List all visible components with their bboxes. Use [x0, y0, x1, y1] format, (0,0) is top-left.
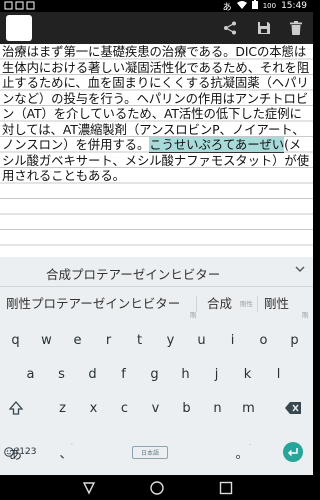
key-b[interactable]: b	[171, 395, 202, 421]
period-hint: .	[249, 439, 252, 447]
notification-icons	[4, 1, 38, 12]
key-k[interactable]: k	[232, 361, 263, 387]
status-bar: あ 100 15:49	[0, 0, 313, 13]
key-u[interactable]: u	[186, 327, 217, 353]
candidate-3[interactable]: 剛性	[264, 293, 289, 312]
editor-content[interactable]: 治療はまず第一に基礎疾患の治療である。DICの本態は生体内における著しい凝固活性…	[2, 44, 311, 184]
key-row-4: ?123 、 , 日本語 。 .	[0, 439, 313, 465]
shift-icon	[9, 401, 23, 415]
key-m[interactable]: m	[233, 395, 264, 421]
battery-icon	[251, 0, 258, 12]
key-g[interactable]: g	[139, 361, 170, 387]
key-x[interactable]: x	[78, 395, 109, 421]
space-key[interactable]: 日本語	[85, 439, 215, 465]
save-icon[interactable]	[254, 18, 274, 38]
backspace-icon	[285, 402, 301, 414]
key-t[interactable]: t	[124, 327, 155, 353]
soft-keyboard: 合成プロテアーゼインヒビター 剛性プロテアーゼインヒビター 剛 合成 剛性 剛性…	[0, 257, 313, 475]
wifi-icon	[236, 0, 247, 12]
clock: 15:49	[281, 1, 307, 11]
candidate-divider	[257, 296, 258, 312]
key-row-3: z x c v b n m	[0, 395, 313, 421]
key-z[interactable]: z	[47, 395, 78, 421]
composing-text: こうせいぷろてあーぜい	[149, 137, 285, 153]
key-q[interactable]: q	[0, 327, 31, 353]
key-d[interactable]: d	[77, 361, 108, 387]
screen: あ 100 15:49 治療はまず第一に基礎疾患の治療である。DICの本態は生体…	[0, 0, 313, 500]
enter-key[interactable]	[280, 439, 306, 465]
text-editor[interactable]: 治療はまず第一に基礎疾患の治療である。DICの本態は生体内における著しい凝固活性…	[0, 44, 313, 257]
key-e[interactable]: e	[62, 327, 93, 353]
editor-text-before: 治療はまず第一に基礎疾患の治療である。DICの本態は生体内における著しい凝固活性…	[2, 44, 310, 152]
key-i[interactable]: i	[217, 327, 248, 353]
candidate-2[interactable]: 合成	[207, 293, 232, 312]
enter-icon	[283, 442, 303, 462]
share-icon[interactable]	[220, 18, 240, 38]
key-w[interactable]: w	[31, 327, 62, 353]
space-label: 日本語	[131, 445, 168, 459]
candidate-divider	[196, 296, 197, 312]
back-icon[interactable]	[80, 480, 96, 496]
candidate-3-annotation: 剛	[302, 311, 309, 319]
key-n[interactable]: n	[202, 395, 233, 421]
comma-key[interactable]: 、	[56, 439, 76, 465]
key-l[interactable]: l	[263, 361, 294, 387]
chevron-down-icon[interactable]	[295, 263, 305, 277]
key-h[interactable]: h	[170, 361, 201, 387]
key-s[interactable]: s	[46, 361, 77, 387]
delete-icon[interactable]	[286, 18, 306, 38]
key-v[interactable]: v	[140, 395, 171, 421]
language-key-chevron-icon: ˅	[24, 451, 27, 458]
candidate-2-annotation: 剛性	[240, 300, 253, 308]
key-y[interactable]: y	[155, 327, 186, 353]
battery-level: 100	[262, 2, 277, 10]
recents-icon[interactable]	[218, 480, 234, 496]
comma-hint: ,	[71, 439, 73, 446]
candidate-row: 剛性プロテアーゼインヒビター 剛 合成 剛性 剛性 剛	[0, 287, 313, 319]
ime-status: あ	[222, 2, 232, 13]
language-key[interactable]: あ	[9, 444, 22, 463]
top-suggestion[interactable]: 合成プロテアーゼインヒビター	[46, 264, 220, 283]
period-label: 。	[235, 446, 249, 462]
candidate-1[interactable]: 剛性プロテアーゼインヒビター	[6, 293, 180, 312]
shift-key[interactable]	[0, 395, 32, 421]
key-o[interactable]: o	[248, 327, 279, 353]
key-p[interactable]: p	[279, 327, 310, 353]
key-row-2: a s d f g h j k l	[0, 361, 313, 387]
action-bar	[0, 12, 313, 44]
key-f[interactable]: f	[108, 361, 139, 387]
app-icon[interactable]	[6, 15, 32, 41]
backspace-key[interactable]	[278, 395, 308, 421]
home-icon[interactable]	[149, 480, 165, 496]
top-suggestion-bar[interactable]: 合成プロテアーゼインヒビター	[0, 257, 313, 287]
key-j[interactable]: j	[201, 361, 232, 387]
key-a[interactable]: a	[15, 361, 46, 387]
key-c[interactable]: c	[109, 395, 140, 421]
key-row-1: q w e r t y u i o p	[0, 327, 313, 353]
navigation-bar	[0, 475, 313, 500]
key-r[interactable]: r	[93, 327, 124, 353]
